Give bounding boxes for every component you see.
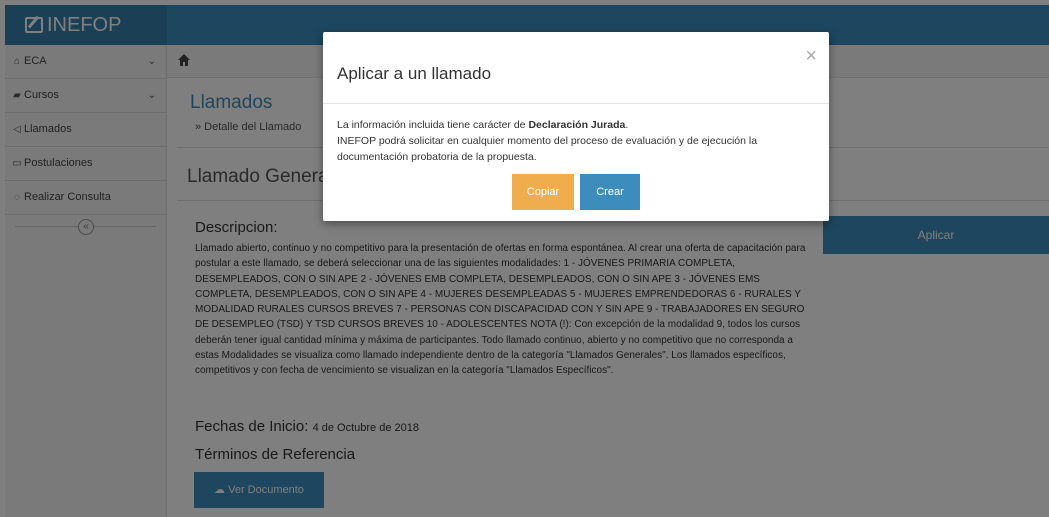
modal-title: Aplicar a un llamado (337, 64, 492, 83)
modal-body-bold: Declaración Jurada (528, 119, 626, 131)
modal-body-line2: INEFOP podrá solicitar en cualquier mome… (337, 135, 758, 163)
close-icon[interactable]: × (805, 46, 817, 66)
modal-body-text: La información incluida tiene carácter d… (337, 119, 529, 131)
modal-divider (323, 103, 829, 104)
apply-modal: Aplicar a un llamado × La información in… (323, 32, 829, 221)
create-button[interactable]: Crear (580, 174, 640, 210)
copy-button[interactable]: Copiar (512, 174, 574, 210)
modal-body: La información incluida tiene carácter d… (337, 119, 758, 163)
